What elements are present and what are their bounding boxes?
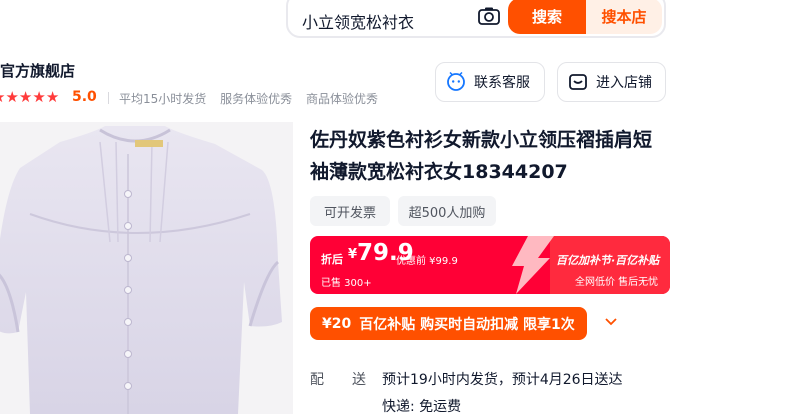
shipping-label-char: 配 [310,372,324,388]
service-tag: 服务体验优秀 [220,92,293,106]
star-icon: ★ [18,88,33,106]
blouse-photo [0,126,282,414]
chat-bot-icon [447,72,465,91]
add-to-cart-count-tag: 超500人加购 [398,196,496,226]
star-icon: ★ [45,88,60,106]
enter-store-button[interactable]: 进入店铺 [557,62,666,102]
lightning-bolt-icon [512,236,554,294]
star-rating: ★ ★ ★ ★ ★ [0,88,59,106]
rating-score: 5.0 [72,89,97,105]
service-tags: 平均15小时发货 服务体验优秀 商品体验优秀 [119,90,388,107]
subsidy-title: 百亿加补节·百亿补贴 [556,254,660,267]
product-title: 佐丹奴紫色衬衫女新款小立领压褶插肩短袖薄款宽松衬衣女18344207 [310,129,653,183]
courier-info: 快递: 免运费 [382,399,462,414]
search-button[interactable]: 搜索 [508,0,586,34]
coupon-banner[interactable]: ¥20 百亿补贴 购买时自动扣减 限享1次 [310,307,587,340]
chevron-down-icon[interactable] [604,316,618,328]
search-input[interactable]: 小立领宽松衬衣 [302,9,414,33]
coupon-text: 百亿补贴 购买时自动扣减 限享1次 [359,316,575,333]
service-tag: 商品体验优秀 [305,92,378,106]
shipping-label: 配送 [310,369,366,389]
shop-name[interactable]: 官方旗舰店 [0,60,75,81]
search-bar: 小立领宽松衬衣 搜索 搜本店 [286,0,666,38]
shipping-info: 预计19小时内发货，预计4月26日送达 [382,372,623,388]
subsidy-subtitle: 全网低价 售后无忧 [575,277,659,288]
enter-store-label: 进入店铺 [596,75,652,91]
star-icon: ★ [5,88,19,106]
sold-count: 已售 300+ [321,278,372,289]
coupon-amount: ¥20 [322,315,352,332]
store-icon [569,74,587,90]
star-icon: ★ [32,88,46,106]
shipping-label-char: 送 [352,372,366,388]
divider [108,92,109,104]
service-tag: 平均15小时发货 [119,92,207,106]
search-store-button[interactable]: 搜本店 [586,0,662,34]
invoice-tag: 可开发票 [310,196,390,226]
customer-service-button[interactable]: 联系客服 [435,62,545,102]
customer-service-label: 联系客服 [474,75,530,91]
original-price: 优惠前 ¥99.9 [396,256,458,267]
product-image[interactable] [0,122,293,414]
currency-symbol: ¥ [348,247,358,262]
discount-label: 折后 [321,253,343,266]
price-banner: 折后 ¥ 79.9 优惠前 ¥99.9 已售 300+ 百亿加补节·百亿补贴 全… [310,236,670,294]
camera-icon[interactable] [478,7,500,25]
